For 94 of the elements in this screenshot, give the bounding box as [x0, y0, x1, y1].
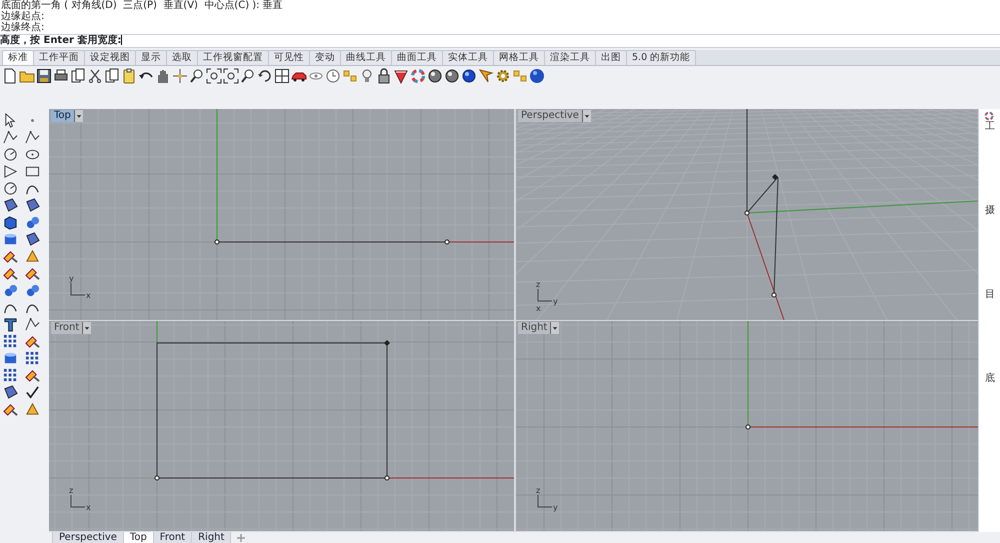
toolbar-tab[interactable]: 工作平面 — [33, 50, 85, 65]
toolbar-tab[interactable]: 可见性 — [268, 50, 310, 65]
gear-icon[interactable] — [495, 68, 511, 84]
copy-icon[interactable] — [104, 68, 120, 84]
toolbar-tab[interactable]: 显示 — [135, 50, 167, 65]
circle-icon[interactable] — [3, 147, 18, 162]
caret-icon[interactable] — [550, 322, 560, 334]
sphere-icon[interactable] — [427, 68, 443, 84]
zoom-extents-icon[interactable] — [206, 68, 222, 84]
axis-icon — [538, 494, 552, 508]
axis-label: y — [69, 274, 74, 283]
toolbar-tab[interactable]: 曲面工具 — [391, 50, 443, 65]
polyline-icon[interactable] — [3, 130, 18, 145]
ellipse-icon[interactable] — [25, 147, 40, 162]
snap-icon[interactable] — [342, 68, 358, 84]
polyline-icon[interactable] — [25, 317, 40, 332]
zoom-icon[interactable] — [189, 68, 205, 84]
point-grid-icon[interactable] — [25, 351, 40, 366]
viewport-tab[interactable]: Front — [152, 532, 192, 543]
axis-label: z — [69, 486, 74, 495]
axis-label: z — [536, 280, 540, 289]
copy-icon[interactable] — [70, 68, 86, 84]
spheres-icon[interactable] — [3, 283, 18, 298]
viewport-title[interactable]: Front — [51, 322, 82, 334]
axis-label: y — [553, 503, 558, 512]
axis-label: x — [86, 291, 91, 300]
toolbar-tab[interactable]: 网格工具 — [493, 50, 545, 65]
toolbar-tab[interactable]: 工作视窗配置 — [197, 50, 269, 65]
toolbar-tab[interactable]: 设定视图 — [84, 50, 136, 65]
sphere-icon[interactable] — [444, 68, 460, 84]
viewport-tab[interactable]: Right — [191, 532, 232, 543]
command-prompt: 高度，按 Enter 套用宽度: — [0, 35, 122, 46]
check-icon[interactable] — [25, 385, 40, 400]
axis-label: y — [553, 297, 558, 306]
property-label: 工 — [984, 121, 996, 133]
axis-icon — [70, 494, 86, 508]
snap-icon[interactable] — [512, 68, 528, 84]
box-icon[interactable] — [3, 215, 18, 230]
page-icon[interactable] — [2, 68, 18, 84]
cylinder-icon[interactable] — [3, 351, 18, 366]
circle-icon[interactable] — [3, 181, 18, 196]
command-history-line: 边缘起点: — [1, 11, 46, 22]
property-label: 目 — [984, 289, 996, 301]
caret-icon[interactable] — [82, 322, 92, 334]
spheres-icon[interactable] — [25, 215, 40, 230]
toolbar-tab[interactable]: 标准 — [2, 50, 34, 65]
color-wheel-icon[interactable] — [410, 68, 426, 84]
pan-icon[interactable] — [172, 68, 188, 84]
viewport-title[interactable]: Perspective — [518, 110, 582, 122]
sphere-icon[interactable] — [461, 68, 477, 84]
rotate-icon[interactable] — [257, 68, 273, 84]
toolbar-tab[interactable]: 变动 — [309, 50, 341, 65]
surface-icon[interactable] — [25, 232, 40, 247]
viewport-tab[interactable]: Top — [122, 532, 154, 543]
color-wheel-icon[interactable] — [984, 111, 994, 121]
property-label: 摄 — [984, 205, 996, 217]
toolbar-tab[interactable]: 选取 — [166, 50, 198, 65]
surface-icon[interactable] — [3, 385, 18, 400]
toolbar-tab[interactable]: 渲染工具 — [544, 50, 596, 65]
axis-label: z — [536, 486, 540, 495]
cylinder-icon[interactable] — [3, 232, 18, 247]
axis-label: x — [536, 304, 541, 313]
point-grid-icon[interactable] — [3, 334, 18, 349]
scissors-icon[interactable] — [87, 68, 103, 84]
viewport-title[interactable]: Right — [518, 322, 550, 334]
lock-icon[interactable] — [376, 68, 392, 84]
surface-icon[interactable] — [3, 198, 18, 213]
spheres-icon[interactable] — [25, 283, 40, 298]
axis-icon — [538, 288, 552, 302]
pointer-icon[interactable] — [478, 68, 494, 84]
toolbar-tab[interactable]: 出图 — [595, 50, 627, 65]
viewport-grid-icon[interactable] — [274, 68, 290, 84]
rectangle-icon[interactable] — [25, 164, 40, 179]
viewport-tab[interactable]: Perspective — [52, 532, 124, 543]
property-label: 底 — [984, 373, 996, 385]
point-grid-icon[interactable] — [3, 368, 18, 383]
toolbar-tab[interactable]: 曲线工具 — [340, 50, 392, 65]
clock-icon[interactable] — [325, 68, 341, 84]
zoom-icon[interactable] — [240, 68, 256, 84]
command-history-line: 边缘终点: — [1, 22, 46, 33]
select-arrow-icon[interactable] — [3, 113, 18, 128]
clipboard-icon[interactable] — [121, 68, 137, 84]
axis-icon — [70, 282, 86, 296]
axis-label: x — [86, 503, 91, 512]
polyline-icon[interactable] — [25, 130, 40, 145]
polygon-icon[interactable] — [3, 164, 18, 179]
toolbar-tab[interactable]: 实体工具 — [442, 50, 494, 65]
viewport-title[interactable]: Top — [51, 110, 74, 122]
save-icon[interactable] — [36, 68, 52, 84]
text-cursor — [121, 35, 122, 46]
toolbar-tab[interactable]: 5.0 的新功能 — [626, 50, 696, 65]
zoom-extents-icon[interactable] — [223, 68, 239, 84]
surface-icon[interactable] — [25, 198, 40, 213]
text-icon[interactable] — [3, 317, 18, 332]
